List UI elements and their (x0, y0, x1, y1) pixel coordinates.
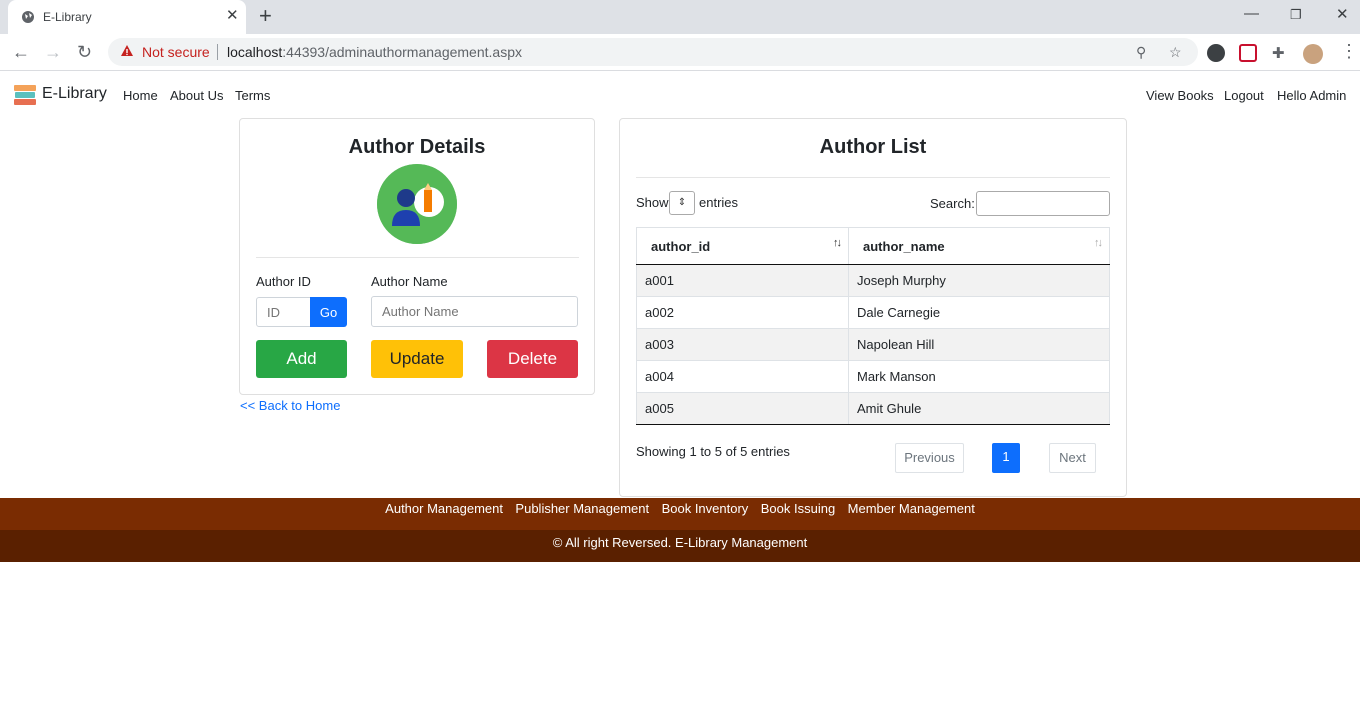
sort-icon: ↑↓ (833, 237, 842, 249)
author-id-input[interactable] (256, 297, 312, 327)
browser-menu-icon[interactable]: ⋮ (1340, 41, 1358, 61)
table-header-row: author_id ↑↓ author_name ↑↓ (636, 227, 1110, 265)
footer-author-management-link[interactable]: Author Management (385, 498, 503, 520)
list-divider (636, 177, 1110, 178)
cell-author-id: a001 (636, 264, 849, 297)
column-header-author-name[interactable]: author_name ↑↓ (848, 227, 1110, 265)
copyright-text: © All right Reversed. E-Library Manageme… (552, 535, 808, 550)
footer-publisher-management-link[interactable]: Publisher Management (515, 498, 649, 520)
browser-tab-bar: E-Library ✕ + — ❐ ✕ (0, 0, 1360, 34)
add-button[interactable]: Add (256, 340, 347, 378)
url-text: localhost:44393/adminauthormanagement.as… (227, 44, 522, 60)
back-icon[interactable]: ← (12, 42, 30, 62)
forward-icon[interactable]: → (44, 42, 62, 62)
cell-author-name: Mark Manson (848, 360, 1110, 393)
url-field[interactable]: Not secure localhost:44393/adminauthorma… (108, 38, 1198, 66)
author-id-label: Author ID (256, 274, 311, 289)
page-1-button[interactable]: 1 (992, 443, 1020, 473)
cell-author-name: Amit Ghule (848, 392, 1110, 425)
next-page-button[interactable]: Next (1049, 443, 1096, 473)
search-label: Search: (930, 196, 975, 211)
delete-button[interactable]: Delete (487, 340, 578, 378)
table-search-input[interactable] (976, 191, 1110, 216)
author-list-title: Author List (819, 136, 927, 158)
entries-label: entries (699, 195, 739, 210)
table-row[interactable]: a005 Amit Ghule (636, 392, 1110, 425)
column-header-author-id[interactable]: author_id ↑↓ (636, 227, 849, 265)
cell-author-name: Dale Carnegie (848, 296, 1110, 329)
cell-author-id: a004 (636, 360, 849, 393)
footer-member-management-link[interactable]: Member Management (848, 498, 975, 520)
nav-logout-link[interactable]: Logout (1224, 88, 1264, 103)
nav-view-books-link[interactable]: View Books (1146, 88, 1214, 103)
footer-copyright-bar: © All right Reversed. E-Library Manageme… (0, 530, 1360, 562)
zoom-icon[interactable]: ⚲ (1136, 44, 1146, 61)
author-name-input[interactable] (371, 296, 578, 327)
back-to-home-link[interactable]: << Back to Home (240, 398, 340, 413)
bookmark-star-icon[interactable]: ☆ (1169, 44, 1182, 61)
reload-icon[interactable]: ↻ (77, 42, 92, 62)
table-row[interactable]: a004 Mark Manson (636, 360, 1110, 393)
author-table: author_id ↑↓ author_name ↑↓ a001 Joseph Mur… (636, 227, 1110, 425)
nav-terms-link[interactable]: Terms (235, 88, 270, 103)
nav-hello-admin-link[interactable]: Hello Admin (1277, 88, 1346, 103)
nav-home-link[interactable]: Home (123, 88, 158, 103)
table-row[interactable]: a001 Joseph Murphy (636, 264, 1110, 297)
cell-author-name: Joseph Murphy (848, 264, 1110, 297)
details-divider (256, 257, 579, 258)
cell-author-id: a003 (636, 328, 849, 361)
not-secure-label: Not secure (142, 44, 210, 60)
url-separator (217, 44, 218, 60)
close-window-icon[interactable]: ✕ (1336, 5, 1349, 23)
restore-icon[interactable]: ❐ (1290, 7, 1302, 23)
minimize-icon[interactable]: — (1244, 5, 1259, 22)
table-row[interactable]: a003 Napolean Hill (636, 328, 1110, 361)
author-details-title: Author Details (348, 136, 486, 158)
cell-author-id: a005 (636, 392, 849, 425)
globe-icon (22, 11, 34, 23)
brand-name[interactable]: E-Library (42, 85, 107, 103)
sort-icon: ↑↓ (1094, 237, 1103, 249)
tab-title: E-Library (43, 10, 92, 24)
books-logo-icon (14, 85, 36, 105)
table-row[interactable]: a002 Dale Carnegie (636, 296, 1110, 329)
new-tab-icon[interactable]: + (259, 5, 272, 27)
previous-page-button[interactable]: Previous (895, 443, 964, 473)
footer-book-issuing-link[interactable]: Book Issuing (761, 498, 835, 520)
go-button[interactable]: Go (310, 297, 347, 327)
cell-author-id: a002 (636, 296, 849, 329)
address-bar: ← → ↻ Not secure localhost:44393/adminau… (0, 34, 1360, 71)
close-tab-icon[interactable]: ✕ (226, 8, 239, 24)
warning-icon (121, 45, 133, 56)
extension-k-icon[interactable] (1207, 44, 1225, 62)
extensions-puzzle-icon[interactable]: ✚ (1272, 44, 1285, 62)
extension-pocket-icon[interactable] (1239, 44, 1257, 62)
cell-author-name: Napolean Hill (848, 328, 1110, 361)
profile-avatar[interactable] (1303, 44, 1323, 64)
nav-about-link[interactable]: About Us (170, 88, 223, 103)
entries-length-select[interactable]: ⇕ (669, 191, 695, 215)
show-label: Show (636, 195, 669, 210)
footer-links-bar: Author Management Publisher Management B… (0, 498, 1360, 530)
footer-book-inventory-link[interactable]: Book Inventory (662, 498, 749, 520)
update-button[interactable]: Update (371, 340, 463, 378)
site-navbar: E-Library Home About Us Terms View Books… (0, 71, 1360, 119)
author-name-label: Author Name (371, 274, 448, 289)
author-avatar-icon (377, 164, 457, 244)
browser-tab[interactable]: E-Library ✕ (8, 0, 246, 34)
table-info: Showing 1 to 5 of 5 entries (636, 444, 790, 459)
